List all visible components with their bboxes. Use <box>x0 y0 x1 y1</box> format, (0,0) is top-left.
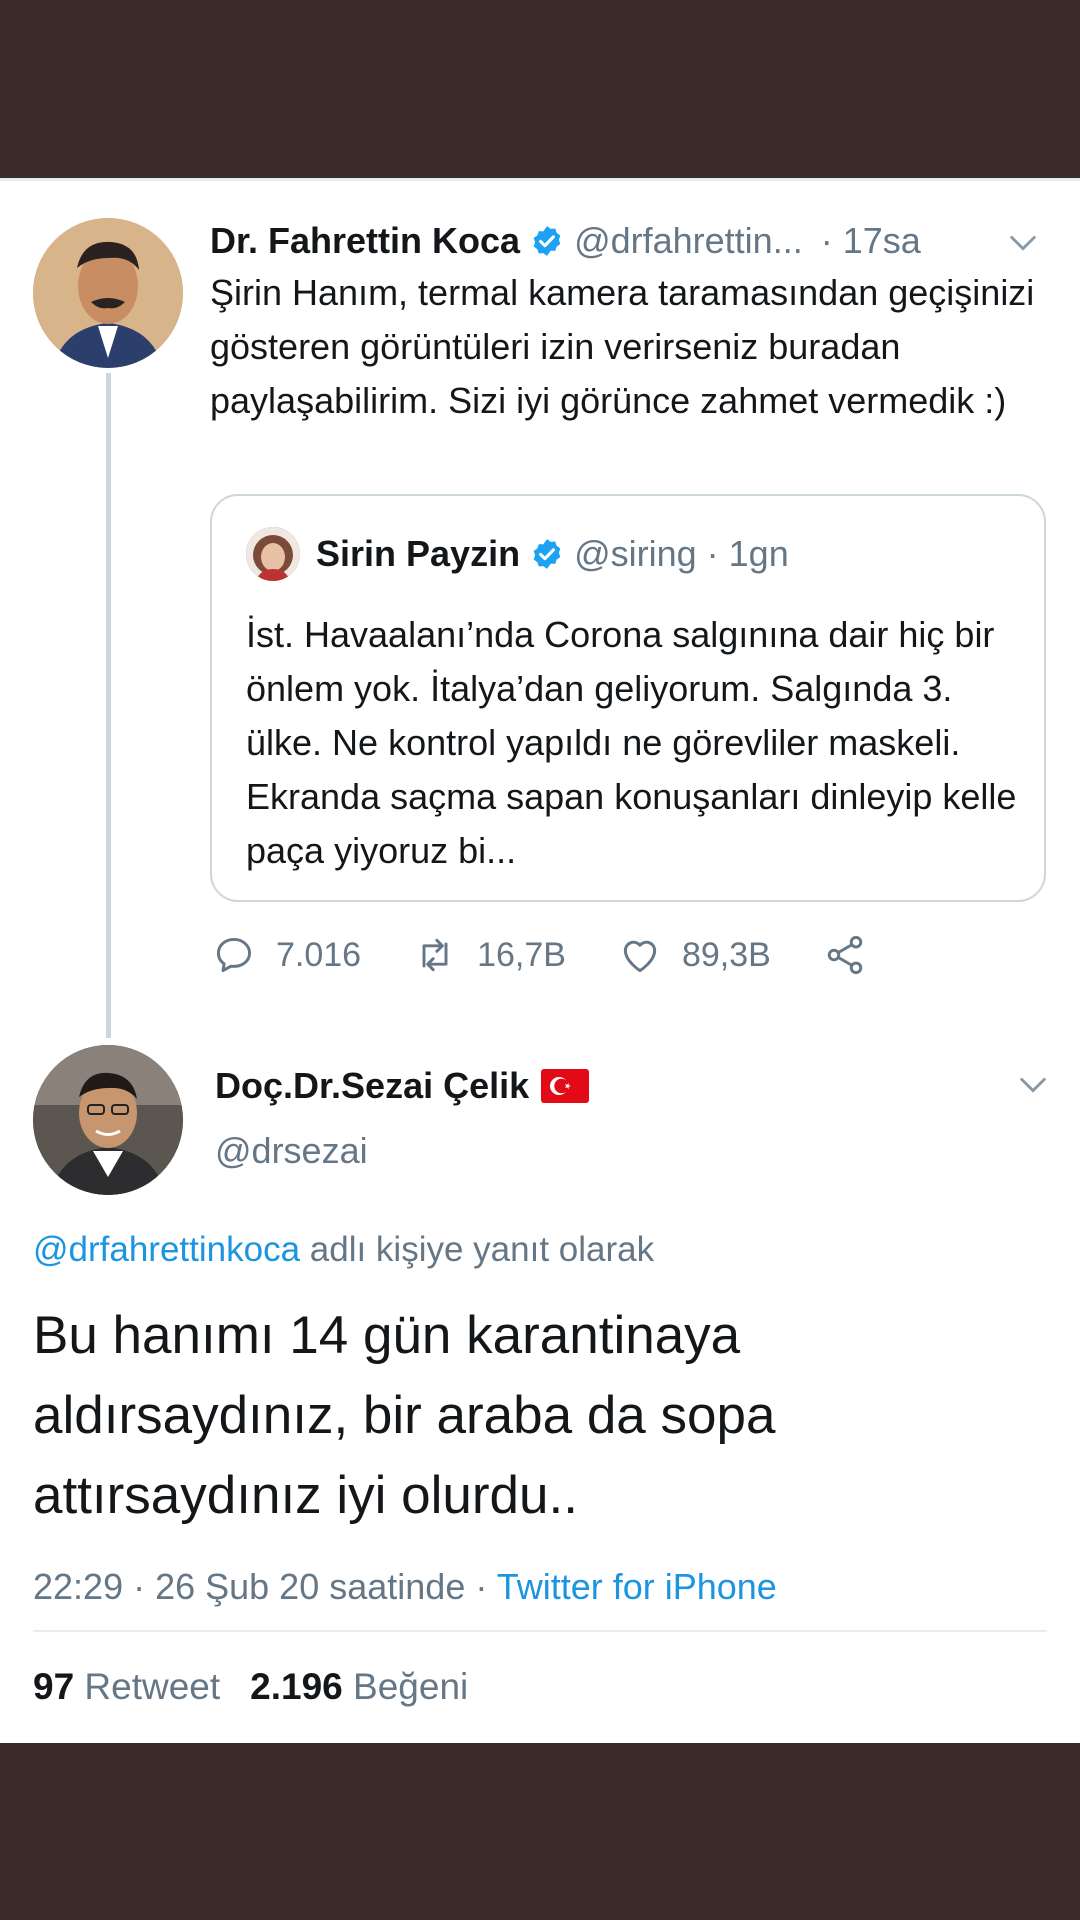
like-stat[interactable]: 2.196 Beğeni <box>250 1666 468 1707</box>
quote-text: İst. Havaalanı’nda Corona salgınına dair… <box>246 614 1017 871</box>
like-icon <box>623 940 657 973</box>
retweet-stat[interactable]: 97 Retweet <box>33 1666 220 1707</box>
share-button[interactable] <box>823 933 887 977</box>
retweet-stat-label: Retweet <box>74 1666 221 1707</box>
quote-handle: @siring <box>574 533 697 574</box>
tweet2-text: Bu hanımı 14 gün karantinaya aldırsaydın… <box>33 1306 776 1525</box>
tweet1-text: Şirin Hanım, termal kamera taramasından … <box>210 272 1035 421</box>
tweet2-author-name-row: Doç.Dr.Sezai Çelik <box>215 1060 590 1112</box>
like-stat-count: 2.196 <box>250 1666 343 1707</box>
stats-divider <box>33 1630 1047 1632</box>
thread-connector-line <box>106 373 111 1038</box>
bottom-dark-band <box>0 1743 1080 1920</box>
tweet2-handle[interactable]: @drsezai <box>215 1130 368 1172</box>
tweet1-header: Dr. Fahrettin Koca @drfahrettin... · 17s… <box>210 216 1060 266</box>
like-count: 89,3B <box>681 935 771 974</box>
top-dark-band <box>0 0 1080 178</box>
reply-count: 7.016 <box>276 935 362 974</box>
like-stat-label: Beğeni <box>342 1666 469 1707</box>
reply-button[interactable]: 7.016 <box>212 933 361 977</box>
retweet-stat-count: 97 <box>33 1666 75 1707</box>
reply-to-handle-link[interactable]: @drfahrettinkoca <box>33 1230 300 1269</box>
chevron-down-icon[interactable] <box>1006 226 1040 260</box>
card-top-border <box>0 178 1080 181</box>
avatar-sezai-celik[interactable] <box>33 1045 183 1195</box>
avatar-fahrettin-koca[interactable] <box>33 218 183 368</box>
turkey-flag-icon <box>541 1069 590 1103</box>
quote-author-name: Sirin Payzin <box>316 533 521 574</box>
tweet2-timestamp: 22:29 · 26 Şub 20 saatinde · <box>33 1566 497 1607</box>
tweet1-action-bar: 7.016 16,7B 89,3B <box>212 930 912 980</box>
verified-badge-icon <box>533 226 561 256</box>
share-icon <box>827 935 863 975</box>
verified-badge-icon <box>533 539 561 569</box>
quoted-tweet-header: Sirin Payzin @siring · 1gn <box>246 526 789 582</box>
reply-to-suffix: adlı kişiye yanıt olarak <box>300 1230 655 1269</box>
quoted-tweet[interactable]: Sirin Payzin @siring · 1gn İst. Havaalan… <box>210 494 1046 902</box>
tweet2-author-name[interactable]: Doç.Dr.Sezai Çelik <box>215 1065 529 1107</box>
tweet2-source-link[interactable]: Twitter for iPhone <box>497 1566 777 1607</box>
retweet-button[interactable]: 16,7B <box>413 933 566 977</box>
tweet1-handle[interactable]: @drfahrettin... <box>574 220 803 262</box>
tweet2-meta: 22:29 · 26 Şub 20 saatinde · Twitter for… <box>33 1566 777 1608</box>
reply-icon <box>216 937 252 973</box>
retweet-icon <box>422 938 448 972</box>
chevron-down-icon[interactable] <box>1016 1068 1050 1102</box>
tweet1-time[interactable]: · 17sa <box>821 220 921 262</box>
tweet2-stats: 97 Retweet 2.196 Beğeni <box>33 1666 468 1708</box>
like-button[interactable]: 89,3B <box>618 933 771 977</box>
tweet-card: Dr. Fahrettin Koca @drfahrettin... · 17s… <box>0 178 1080 1743</box>
replying-to: @drfahrettinkoca adlı kişiye yanıt olara… <box>33 1230 654 1270</box>
quote-time: · 1gn <box>706 533 789 574</box>
retweet-count: 16,7B <box>477 935 566 974</box>
tweet1-author-name[interactable]: Dr. Fahrettin Koca <box>210 220 520 262</box>
avatar-sirin-payzin <box>246 527 300 581</box>
